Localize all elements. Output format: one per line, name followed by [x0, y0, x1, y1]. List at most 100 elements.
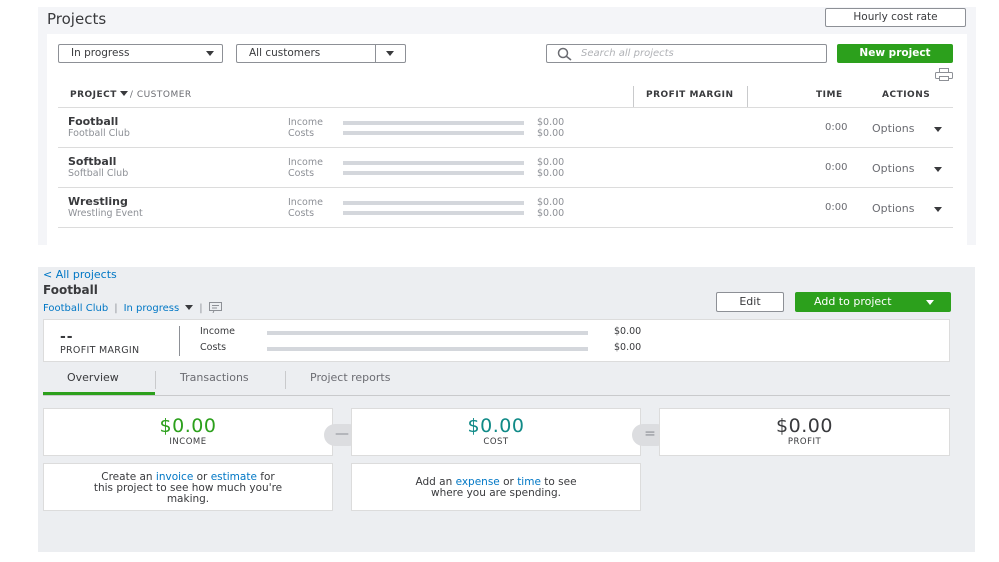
income-amount: $0.00: [537, 117, 565, 128]
tab-overview[interactable]: Overview: [67, 371, 119, 384]
profit-margin-value: --: [60, 329, 74, 345]
projects-list-panel: Projects Hourly cost rate In progress Al…: [38, 7, 976, 245]
income-caption: INCOME: [169, 437, 207, 447]
status-filter-dropdown[interactable]: In progress: [58, 44, 223, 63]
tab-project-reports[interactable]: Project reports: [310, 371, 390, 384]
options-button[interactable]: Options: [872, 202, 914, 215]
time-value: 0:00: [825, 202, 848, 213]
costs-amount: $0.00: [614, 342, 642, 353]
project-summary-card: -- PROFIT MARGIN Income Costs $0.00 $0.0…: [43, 319, 950, 362]
costs-label: Costs: [288, 168, 315, 179]
separator: |: [114, 303, 118, 314]
caret-down-icon[interactable]: [185, 305, 194, 310]
sort-caret-icon[interactable]: [119, 91, 128, 96]
income-amount: $0.00: [614, 326, 642, 337]
project-detail-panel: < All projects Football Football Club | In…: [38, 267, 975, 552]
tab-divider: [285, 371, 286, 389]
project-title: Football: [43, 283, 98, 297]
costs-amount: $0.00: [537, 208, 565, 219]
costs-label: Costs: [288, 208, 315, 219]
costs-bar: [267, 347, 588, 351]
profit-caption: PROFIT: [787, 437, 822, 447]
income-label: Income: [288, 117, 323, 128]
caret-down-icon: [206, 51, 214, 56]
income-value: $0.00: [159, 415, 217, 437]
profit-value: $0.00: [776, 415, 833, 437]
column-header-actions: ACTIONS: [882, 90, 931, 100]
column-header-profit-margin[interactable]: PROFIT MARGIN: [646, 90, 734, 100]
caret-down-icon[interactable]: [934, 167, 942, 172]
project-customer: Softball Club: [68, 168, 129, 179]
projects-table-card: In progress All customers New project PR…: [47, 34, 967, 245]
customer-header-label: / CUSTOMER: [129, 90, 192, 100]
costs-bar: [343, 211, 524, 215]
hourly-cost-rate-button[interactable]: Hourly cost rate: [825, 8, 966, 27]
customer-filter-dropdown[interactable]: All customers: [236, 44, 406, 63]
search-input[interactable]: [581, 46, 821, 61]
tab-divider: [155, 371, 156, 389]
status-dropdown[interactable]: In progress: [124, 303, 180, 314]
customer-filter-value: All customers: [249, 47, 321, 59]
costs-bar: [343, 171, 524, 175]
project-name[interactable]: Wrestling: [68, 195, 128, 208]
profit-stat-card: $0.00 PROFIT: [659, 408, 950, 456]
costs-bar: [343, 131, 524, 135]
page-title: Projects: [47, 10, 107, 28]
income-amount: $0.00: [537, 197, 565, 208]
income-bar: [343, 121, 524, 125]
caret-down-icon[interactable]: [934, 207, 942, 212]
options-button[interactable]: Options: [872, 122, 914, 135]
cost-stat-card: $0.00 COST: [351, 408, 641, 456]
edit-button[interactable]: Edit: [716, 292, 784, 312]
income-label: Income: [288, 197, 323, 208]
tab-transactions[interactable]: Transactions: [180, 371, 249, 384]
divider: [58, 147, 953, 148]
costs-label: Costs: [200, 342, 227, 353]
project-customer: Football Club: [68, 128, 130, 139]
costs-label: Costs: [288, 128, 315, 139]
caret-down-icon: [926, 300, 934, 305]
income-bar: [343, 161, 524, 165]
income-label: Income: [288, 157, 323, 168]
add-to-project-button[interactable]: Add to project: [795, 292, 951, 312]
divider: [58, 187, 953, 188]
cost-caption: COST: [483, 437, 509, 447]
active-tab-indicator: [43, 392, 155, 395]
project-name[interactable]: Softball: [68, 155, 116, 168]
column-header-time[interactable]: TIME: [816, 90, 843, 100]
note-icon[interactable]: [208, 302, 222, 313]
cost-help-card: Add an expense or time to see where you …: [351, 463, 641, 511]
profit-margin-label: PROFIT MARGIN: [60, 345, 140, 356]
customer-link[interactable]: Football Club: [43, 303, 108, 314]
costs-amount: $0.00: [537, 168, 565, 179]
income-stat-card: $0.00 INCOME: [43, 408, 333, 456]
caret-down-icon[interactable]: [934, 127, 942, 132]
caret-down-icon: [386, 51, 394, 56]
column-divider: [747, 86, 748, 108]
time-value: 0:00: [825, 122, 848, 133]
dropdown-divider: [375, 45, 376, 62]
help-text: making.: [166, 493, 210, 505]
new-project-button[interactable]: New project: [837, 44, 953, 63]
search-icon: [557, 47, 572, 61]
status-filter-value: In progress: [71, 47, 130, 59]
costs-amount: $0.00: [537, 128, 565, 139]
divider: [179, 326, 180, 356]
project-name[interactable]: Football: [68, 115, 118, 128]
help-text: where you are spending.: [430, 487, 562, 499]
options-button[interactable]: Options: [872, 162, 914, 175]
income-bar: [267, 331, 588, 335]
income-amount: $0.00: [537, 157, 565, 168]
time-value: 0:00: [825, 162, 848, 173]
column-header-project[interactable]: PROJECT / CUSTOMER: [70, 90, 192, 100]
project-meta: Football Club | In progress |: [43, 300, 222, 314]
project-customer: Wrestling Event: [68, 208, 143, 219]
all-projects-link[interactable]: < All projects: [43, 268, 117, 281]
search-box[interactable]: [546, 44, 827, 63]
tabs-baseline: [43, 395, 950, 396]
income-bar: [343, 201, 524, 205]
print-icon[interactable]: [935, 68, 953, 81]
income-label: Income: [200, 326, 235, 337]
column-divider: [633, 86, 634, 108]
divider: [58, 227, 953, 228]
